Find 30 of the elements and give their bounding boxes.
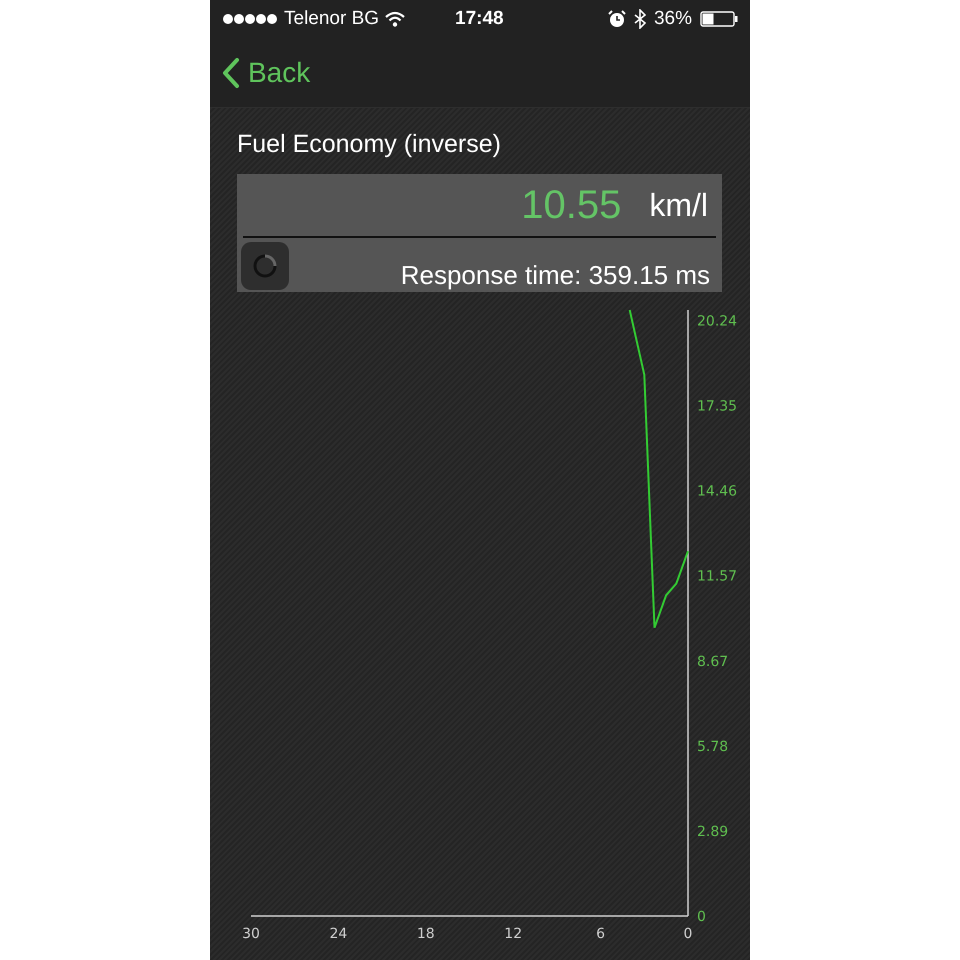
y-tick-label: 20.24 xyxy=(697,313,738,330)
wifi-icon xyxy=(385,11,406,27)
x-tick-label: 30 xyxy=(242,926,260,942)
y-tick-label: 11.57 xyxy=(697,568,738,584)
response-time: Response time: 359.15 ms xyxy=(400,258,710,292)
y-tick-label: 5.78 xyxy=(697,738,728,754)
spinner-icon xyxy=(252,252,278,278)
spinner-button[interactable] xyxy=(241,242,289,290)
battery-icon xyxy=(700,11,738,27)
x-tick-label: 24 xyxy=(329,926,348,942)
bluetooth-icon xyxy=(634,9,646,29)
reading-value: 10.55 xyxy=(521,182,622,228)
x-tick-label: 12 xyxy=(504,926,522,942)
back-button[interactable]: Back xyxy=(222,52,310,94)
signal-icon xyxy=(222,13,278,25)
page-title: Fuel Economy (inverse) xyxy=(237,129,501,160)
y-tick-label: 8.67 xyxy=(697,653,728,670)
reading-unit: km/l xyxy=(649,186,708,224)
x-tick-label: 0 xyxy=(684,926,692,942)
x-tick-label: 18 xyxy=(416,926,435,942)
x-tick-label: 6 xyxy=(596,926,606,942)
y-tick-label: 14.46 xyxy=(697,483,738,500)
clock-time: 17:48 xyxy=(455,6,504,31)
chevron-left-icon xyxy=(222,56,240,88)
alarm-clock-icon xyxy=(608,10,626,28)
y-tick-label: 2.89 xyxy=(697,823,728,840)
y-tick-label: 17.35 xyxy=(697,398,738,414)
y-tick-label: 0 xyxy=(697,908,706,924)
battery-percent: 36% xyxy=(654,6,692,31)
carrier-name: Telenor BG xyxy=(284,6,380,31)
